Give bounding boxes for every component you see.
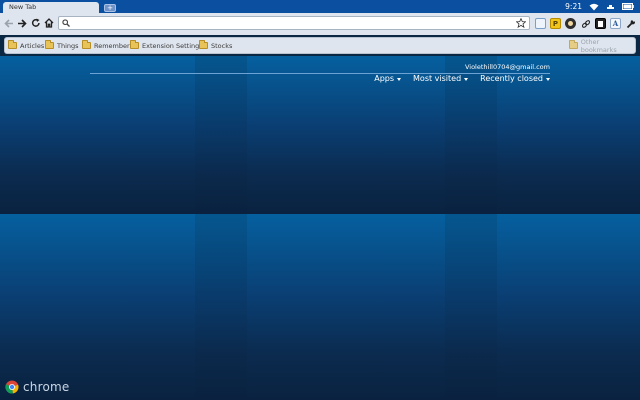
wrench-menu-button[interactable] [625,18,636,29]
recently-closed-menu-label: Recently closed [480,74,543,83]
recently-closed-menu[interactable]: Recently closed [480,74,550,83]
reload-button[interactable] [30,17,42,29]
tab-new-tab[interactable]: New Tab [3,2,99,13]
folder-icon [82,40,91,49]
chrome-brand-label: chrome [23,380,70,394]
home-icon [44,18,54,28]
folder-icon [8,40,17,49]
bookmark-label: Articles [20,41,45,50]
ntp-background-bottom [0,214,640,400]
search-icon [62,19,70,27]
wrench-icon [626,18,635,28]
omnibox-input[interactable] [73,17,513,29]
notes-icon[interactable]: P [550,18,561,29]
other-bookmarks-label: Other bookmarks [580,37,617,54]
chevron-down-icon [397,77,402,81]
chevron-down-icon [546,77,550,81]
bookmark-label: Extension Settings [142,41,203,50]
bookmark-star-icon[interactable] [516,18,526,28]
signed-in-user[interactable]: Violethill0704@gmail.com [465,63,550,71]
status-area: 9:21 [565,0,634,13]
bookmark-folder-remember[interactable]: Remember [82,38,130,53]
omnibox[interactable] [58,16,530,30]
folder-icon [130,40,139,49]
chrome-brand: chrome [5,380,70,394]
forward-button[interactable] [16,17,28,29]
ntp-menu: Apps Most visited Recently closed [374,74,550,83]
folder-icon [45,40,54,49]
chrome-logo-icon [5,380,19,394]
forward-arrow-icon [18,18,27,28]
back-arrow-icon [4,18,13,28]
reload-icon [31,18,40,27]
bookmark-folder-stocks[interactable]: Stocks [199,38,232,53]
wifi-icon [589,3,599,10]
home-button[interactable] [43,17,55,29]
folder-icon [569,40,578,49]
bookmark-label: Remember [94,41,130,50]
battery-icon [622,3,634,10]
new-tab-button[interactable]: + [104,4,116,12]
page-icon[interactable] [535,18,546,29]
back-button[interactable] [3,17,15,29]
document-icon[interactable] [595,18,606,29]
bookmark-label: Things [57,41,79,50]
bookmarks-bar: Articles Things Remember Extension Setti… [4,37,636,54]
user-icon[interactable] [565,18,576,29]
most-visited-menu[interactable]: Most visited [413,74,469,83]
most-visited-menu-label: Most visited [413,74,462,83]
network-icon [607,4,614,9]
apps-menu-label: Apps [374,74,395,83]
clock: 9:21 [565,2,582,11]
bookmark-label: Stocks [211,41,233,50]
chevron-down-icon [464,77,469,81]
bookmark-folder-extension-settings[interactable]: Extension Settings [130,38,203,53]
bookmark-folder-articles[interactable]: Articles [8,38,44,53]
folder-icon [199,40,208,49]
chain-link-icon [581,19,590,28]
bookmark-folder-things[interactable]: Things [45,38,79,53]
text-icon[interactable]: A [610,18,621,29]
other-bookmarks[interactable]: Other bookmarks [569,37,635,54]
tab-strip: New Tab + 9:21 [0,0,640,13]
apps-menu[interactable]: Apps [374,74,402,83]
toolbar: P A [0,13,640,35]
link-icon[interactable] [580,18,591,29]
